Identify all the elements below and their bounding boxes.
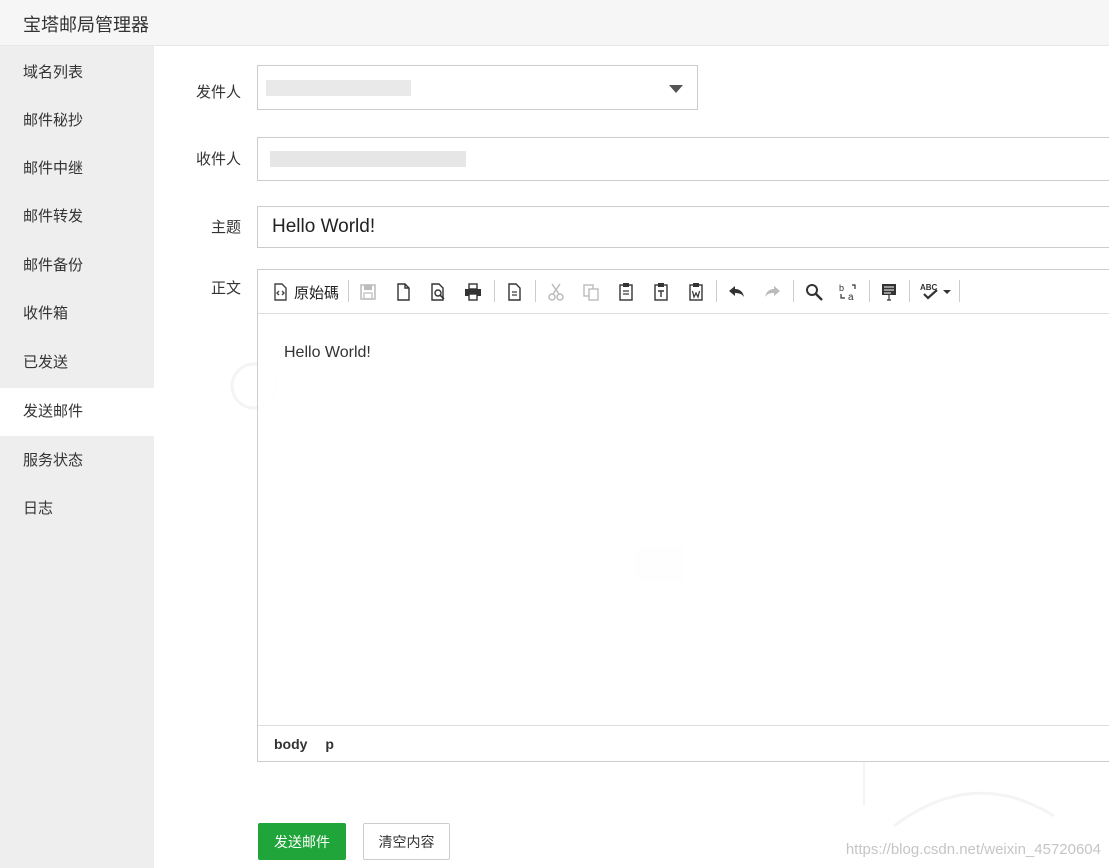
recipient-input[interactable] [257,137,1109,181]
sidebar-item-mail-backup[interactable]: 邮件备份 [0,242,154,290]
sidebar-item-domain-list[interactable]: 域名列表 [0,49,154,97]
svg-text:b: b [839,283,844,293]
print-icon [465,283,481,301]
recipient-label: 收件人 [195,151,241,168]
sender-select[interactable] [257,65,698,110]
redo-icon [765,286,780,297]
sidebar-item-logs[interactable]: 日志 [0,485,154,533]
templates-button[interactable] [504,280,524,304]
sidebar-item-send-mail[interactable]: 发送邮件 [0,388,154,436]
toolbar-separator [869,280,870,302]
spellcheck-icon: ABC [920,283,938,300]
svg-text:a: a [848,292,854,302]
send-mail-button[interactable]: 发送邮件 [258,823,346,860]
find-icon [806,284,823,301]
subject-input[interactable] [258,207,1109,247]
replace-icon: b a [839,283,856,302]
sidebar-item-mail-bcc[interactable]: 邮件秘抄 [0,97,154,145]
send-mail-form: 发件人 收件人 主题 正文 原始碼 [154,46,1109,868]
body-label: 正文 [210,280,241,297]
toolbar-separator [716,280,717,302]
sidebar-item-mail-forward[interactable]: 邮件转发 [0,193,154,241]
sidebar: 域名列表 邮件秘抄 邮件中继 邮件转发 邮件备份 收件箱 已发送 发送邮件 服务… [0,46,154,868]
select-all-button[interactable] [879,280,899,304]
redo-button[interactable] [762,280,782,304]
source-button-label: 原始碼 [294,284,340,302]
source-icon [274,283,287,301]
chevron-down-icon [669,85,683,93]
path-element-p[interactable]: p [325,736,334,752]
select-all-icon [882,284,896,301]
preview-button[interactable] [428,280,448,304]
sidebar-item-inbox[interactable]: 收件箱 [0,290,154,338]
paste-word-button[interactable] [686,280,706,304]
preview-icon [431,283,445,301]
toolbar-separator [909,280,910,302]
sidebar-item-service-status[interactable]: 服务状态 [0,437,154,485]
paste-word-icon [689,283,703,301]
rich-text-editor: 原始碼 b a ABC Hello World! body p [257,269,1109,762]
paste-text-button[interactable] [651,280,671,304]
editor-element-path: body p [258,725,1109,761]
app-header: 宝塔邮局管理器 [0,0,1109,46]
sidebar-item-sent[interactable]: 已发送 [0,339,154,387]
redacted-sender [266,80,411,96]
redacted-recipient [270,151,466,167]
clear-content-button[interactable]: 清空内容 [363,823,450,860]
save-button[interactable] [358,280,378,304]
sidebar-item-mail-relay[interactable]: 邮件中继 [0,145,154,193]
undo-icon [729,286,744,297]
subject-label: 主题 [210,219,241,236]
print-button[interactable] [463,280,483,304]
paste-icon [619,283,633,301]
editor-toolbar: 原始碼 b a ABC [258,270,1109,314]
sender-label: 发件人 [195,84,241,101]
watermark: https://blog.csdn.net/weixin_45720604 [845,841,1101,858]
source-button[interactable]: 原始碼 [270,280,339,304]
copy-button[interactable] [581,280,601,304]
toolbar-separator [793,280,794,302]
cut-button[interactable] [546,280,566,304]
copy-icon [583,284,599,301]
find-button[interactable] [804,280,824,304]
templates-icon [508,283,521,301]
save-icon [360,284,376,300]
app-title: 宝塔邮局管理器 [23,15,149,35]
toolbar-separator [348,280,349,302]
new-document-button[interactable] [393,280,413,304]
editor-content[interactable]: Hello World! [284,344,371,362]
spellcheck-button[interactable]: ABC [920,280,952,304]
toolbar-separator [535,280,536,302]
chevron-down-icon [943,290,951,294]
toolbar-separator [959,280,960,302]
cut-icon [548,283,564,301]
paste-text-icon [654,283,668,301]
toolbar-separator [494,280,495,302]
paste-button[interactable] [616,280,636,304]
path-element-body[interactable]: body [274,736,307,752]
new-document-icon [397,283,410,301]
replace-button[interactable]: b a [838,280,858,304]
undo-button[interactable] [727,280,747,304]
subject-field[interactable] [257,206,1109,248]
